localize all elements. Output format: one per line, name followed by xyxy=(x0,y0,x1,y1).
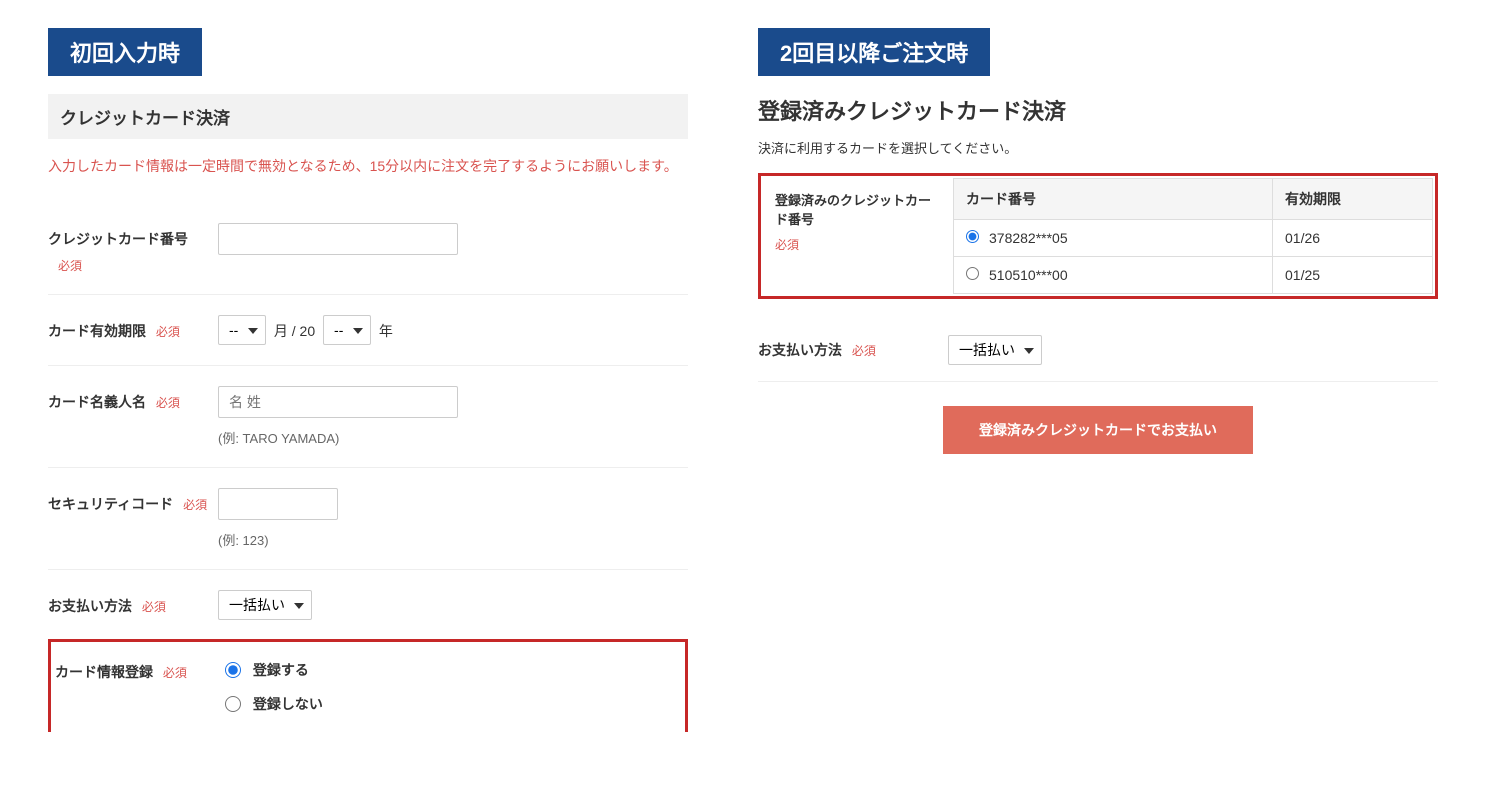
cvv-input[interactable] xyxy=(218,488,338,520)
saved-card-exp-1: 01/25 xyxy=(1273,257,1433,294)
holder-input[interactable] xyxy=(218,386,458,418)
timeout-notice: 入力したカード情報は一定時間で無効となるため、15分以内に注文を完了するようにお… xyxy=(48,155,688,179)
saved-card-num-0: 378282***05 xyxy=(989,230,1068,246)
card-number-input[interactable] xyxy=(218,223,458,255)
pay-method-select-right[interactable]: 一括払い xyxy=(948,335,1042,365)
repeat-order-badge: 2回目以降ご注文時 xyxy=(758,28,990,76)
pay-method-select[interactable]: 一括払い xyxy=(218,590,312,620)
expiry-label: カード有効期限 必須 xyxy=(48,315,218,341)
pay-method-label-right: お支払い方法 必須 xyxy=(758,340,948,360)
expiry-month-select[interactable]: -- xyxy=(218,315,266,345)
save-no-radio[interactable] xyxy=(225,696,241,712)
required-tag: 必須 xyxy=(156,325,180,339)
required-tag: 必須 xyxy=(775,236,943,253)
table-row: 510510***00 01/25 xyxy=(954,257,1433,294)
card-number-label: クレジットカード番号 必須 xyxy=(48,223,218,274)
expiry-month-suffix: 月 / 20 xyxy=(274,321,315,341)
cvv-hint: (例: 123) xyxy=(218,530,688,549)
holder-hint: (例: TARO YAMADA) xyxy=(218,428,688,447)
saved-card-number-label: 登録済みのクレジットカード番号 必須 xyxy=(763,178,953,253)
saved-card-num-1: 510510***00 xyxy=(989,267,1068,283)
pay-method-label: お支払い方法 必須 xyxy=(48,590,218,616)
saved-card-title: 登録済みクレジットカード決済 xyxy=(758,94,1438,126)
pay-with-saved-card-button[interactable]: 登録済みクレジットカードでお支払い xyxy=(943,406,1253,454)
required-tag: 必須 xyxy=(183,498,207,512)
saved-card-radio-1[interactable] xyxy=(966,267,979,280)
saved-cards-table: カード番号 有効期限 378282***05 01/26 510510***00… xyxy=(953,178,1433,294)
credit-card-header: クレジットカード決済 xyxy=(48,94,688,139)
holder-label: カード名義人名 必須 xyxy=(48,386,218,412)
select-card-text: 決済に利用するカードを選択してください。 xyxy=(758,138,1438,157)
save-yes-label[interactable]: 登録する xyxy=(253,662,309,678)
required-tag: 必須 xyxy=(156,396,180,410)
expiry-year-suffix: 年 xyxy=(379,321,393,341)
table-row: 378282***05 01/26 xyxy=(954,220,1433,257)
saved-card-radio-0[interactable] xyxy=(966,230,979,243)
th-card-number: カード番号 xyxy=(954,179,1273,220)
required-tag: 必須 xyxy=(852,344,876,358)
th-expiry: 有効期限 xyxy=(1273,179,1433,220)
expiry-year-select[interactable]: -- xyxy=(323,315,371,345)
save-no-label[interactable]: 登録しない xyxy=(253,696,323,712)
required-tag: 必須 xyxy=(58,257,218,274)
required-tag: 必須 xyxy=(163,666,187,680)
saved-card-exp-0: 01/26 xyxy=(1273,220,1433,257)
required-tag: 必須 xyxy=(142,600,166,614)
cvv-label: セキュリティコード 必須 xyxy=(48,488,218,514)
save-yes-radio[interactable] xyxy=(225,662,241,678)
first-entry-badge: 初回入力時 xyxy=(48,28,202,76)
save-card-label: カード情報登録 必須 xyxy=(55,656,225,682)
